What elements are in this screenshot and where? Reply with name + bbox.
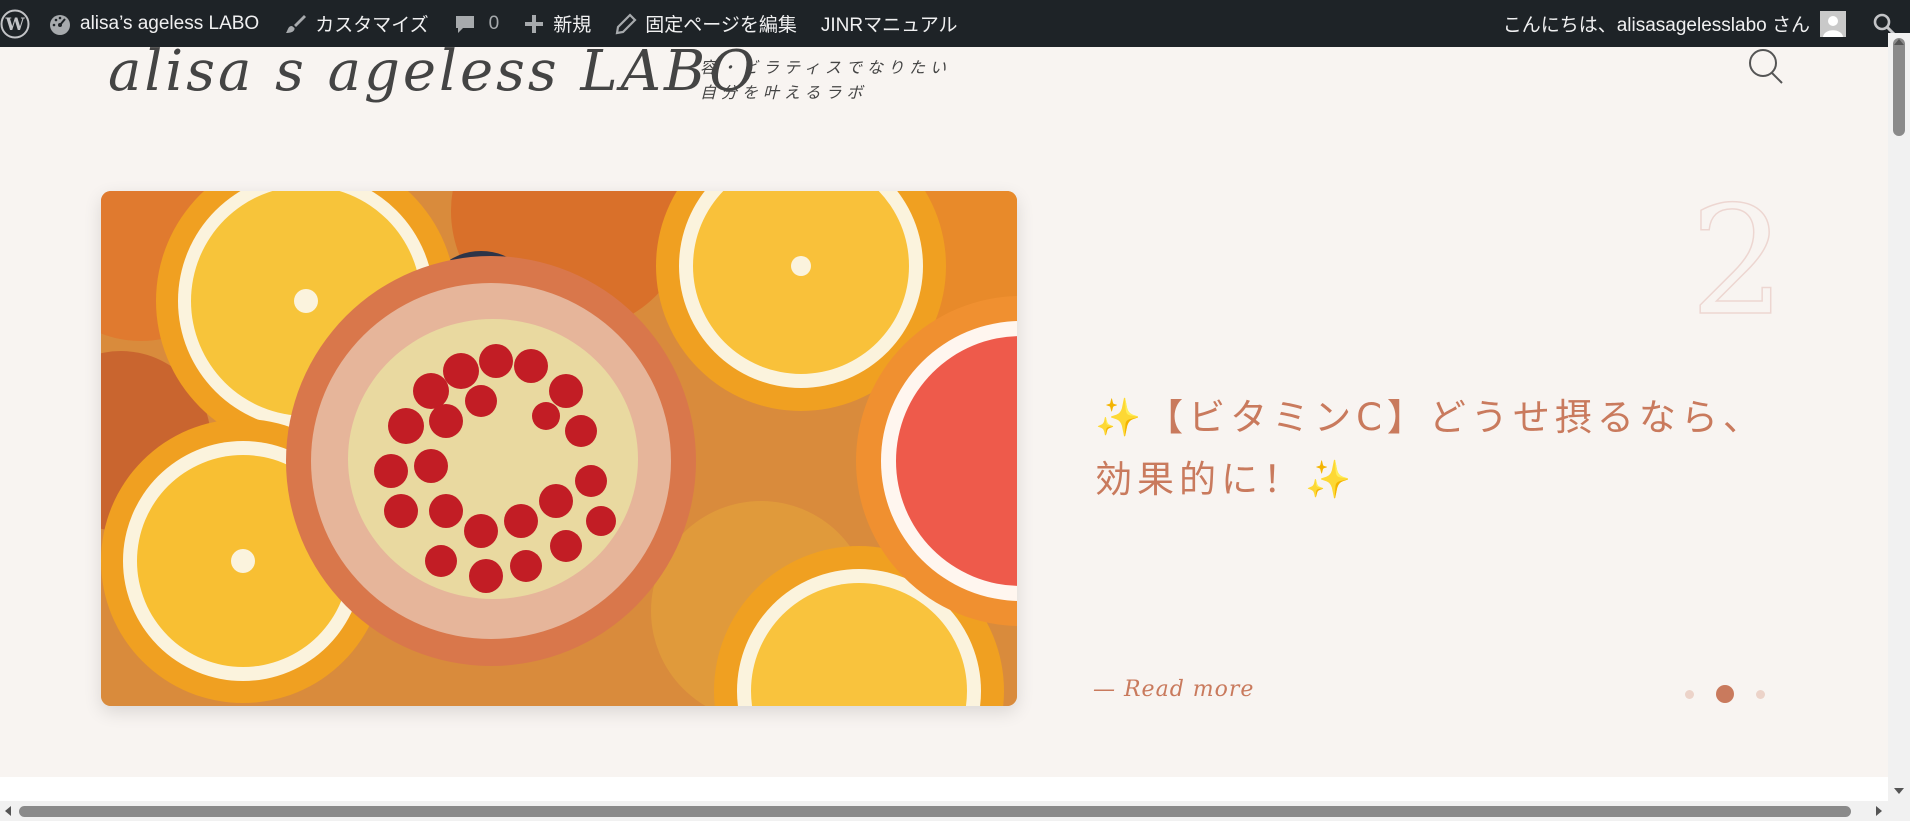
search-icon xyxy=(1749,49,1783,84)
dashboard-icon xyxy=(48,12,72,36)
manual-link[interactable]: JINRマニュアル xyxy=(809,0,970,47)
avatar-icon xyxy=(1820,10,1846,37)
site-tagline: 容・ビラティスでなりたい自分を叶えるラボ xyxy=(700,58,952,102)
read-more-link[interactable]: — Read more xyxy=(1093,677,1254,702)
site-name-label: alisa’s ageless LABO xyxy=(80,12,260,34)
page-bottom-strip xyxy=(0,777,1888,801)
slider-pagination xyxy=(1685,685,1765,703)
greeting-text: こんにちは、alisasagelesslabo さん xyxy=(1502,15,1810,36)
featured-image[interactable] xyxy=(101,191,1017,706)
scroll-down-arrow-icon[interactable] xyxy=(1888,782,1910,800)
slider-dot-2[interactable] xyxy=(1716,685,1734,703)
page-content: alisa s ageless LABO 容・ビラティスでなりたい自分を叶えるラ… xyxy=(0,47,1888,777)
header-search-button[interactable] xyxy=(1746,47,1786,87)
scroll-right-arrow-icon[interactable] xyxy=(1870,801,1888,821)
post-title[interactable]: ✨【ビタミンC】どうせ摂るなら、効果的に！✨ xyxy=(1095,387,1795,511)
new-content-menu[interactable]: 新規 xyxy=(511,0,603,47)
customize-link[interactable]: カスタマイズ xyxy=(271,0,440,47)
vertical-scroll-thumb[interactable] xyxy=(1893,38,1905,136)
slider-dot-1[interactable] xyxy=(1685,689,1694,699)
new-label: 新規 xyxy=(553,15,592,36)
scroll-left-arrow-icon[interactable] xyxy=(0,801,16,821)
horizontal-scroll-thumb[interactable] xyxy=(19,806,1851,817)
scrollbar-corner xyxy=(1888,801,1910,821)
slide-number: 2 xyxy=(1689,175,1786,349)
edit-page-link[interactable]: 固定ページを編集 xyxy=(603,0,809,47)
scroll-up-arrow-icon[interactable] xyxy=(1888,33,1910,47)
my-account-menu[interactable]: こんにちは、alisasagelesslabo さん xyxy=(1491,0,1858,47)
admin-bar: W alisa’s ageless LABO カスタマイズ 0 新規 固定ページ… xyxy=(0,0,1910,47)
site-name-menu[interactable]: alisa’s ageless LABO xyxy=(36,0,271,47)
comment-icon xyxy=(453,12,477,36)
wordpress-logo-icon: W xyxy=(0,9,30,38)
horizontal-scrollbar[interactable] xyxy=(0,801,1888,821)
pencil-icon xyxy=(615,12,637,35)
manual-label: JINRマニュアル xyxy=(820,15,958,36)
comments-count: 0 xyxy=(488,12,500,34)
vertical-scrollbar[interactable] xyxy=(1888,33,1910,801)
svg-text:W: W xyxy=(4,15,25,35)
site-title[interactable]: alisa s ageless LABO xyxy=(108,47,758,104)
search-icon xyxy=(1873,13,1896,35)
comments-link[interactable]: 0 xyxy=(441,0,512,47)
slider-dot-3[interactable] xyxy=(1756,689,1765,699)
edit-page-label: 固定ページを編集 xyxy=(645,15,797,36)
customize-label: カスタマイズ xyxy=(315,15,429,36)
brush-icon xyxy=(283,12,307,36)
wordpress-menu[interactable]: W xyxy=(0,0,36,47)
plus-icon xyxy=(523,13,545,35)
